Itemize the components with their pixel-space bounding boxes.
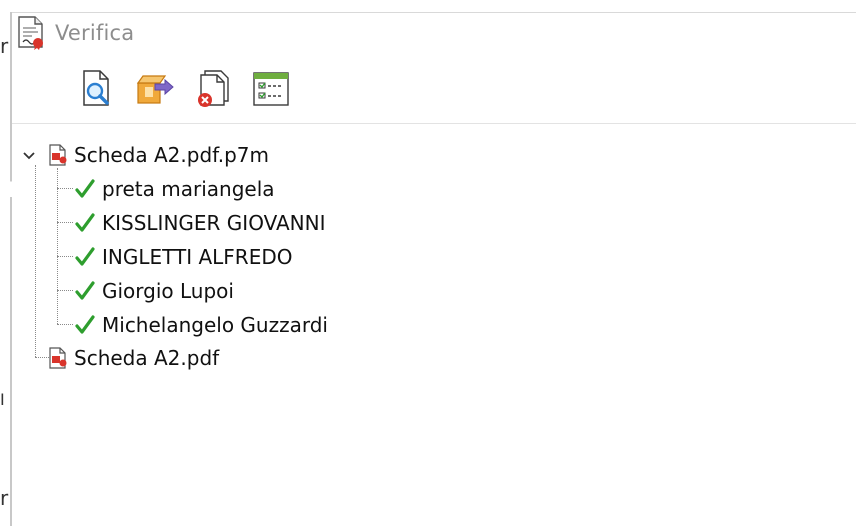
window-top-border bbox=[12, 12, 856, 13]
signer-item[interactable]: KISSLINGER GIOVANNI bbox=[74, 208, 326, 238]
signer-name: KISSLINGER GIOVANNI bbox=[102, 211, 326, 235]
pdf-signed-file-icon bbox=[48, 144, 68, 166]
valid-signature-check-icon bbox=[74, 314, 96, 336]
toolbar bbox=[76, 70, 292, 112]
tree-connector bbox=[57, 188, 73, 189]
signer-name: INGLETTI ALFREDO bbox=[102, 245, 293, 269]
checklist-report-button[interactable] bbox=[250, 70, 292, 112]
view-document-icon bbox=[80, 69, 114, 113]
toolbar-separator bbox=[12, 123, 856, 124]
chevron-down-icon[interactable] bbox=[22, 146, 36, 165]
tree-node-label: Scheda A2.pdf bbox=[74, 346, 220, 370]
window-title: Verifica bbox=[55, 21, 135, 45]
tree-connector bbox=[35, 357, 49, 358]
tree-node-label: Scheda A2.pdf.p7m bbox=[74, 143, 269, 167]
pdf-file-icon bbox=[48, 347, 68, 369]
signer-name: Giorgio Lupoi bbox=[102, 279, 234, 303]
extract-content-button[interactable] bbox=[134, 70, 176, 112]
tree-connector bbox=[35, 165, 36, 357]
extract-content-icon bbox=[135, 71, 175, 111]
signer-name: Michelangelo Guzzardi bbox=[102, 313, 328, 337]
valid-signature-check-icon bbox=[74, 280, 96, 302]
tree-connector bbox=[57, 324, 73, 325]
delete-document-button[interactable] bbox=[192, 70, 234, 112]
signer-name: preta mariangela bbox=[102, 177, 275, 201]
signed-document-icon bbox=[16, 16, 46, 50]
signature-tree: Scheda A2.pdf.p7m preta mariangela KISSL… bbox=[0, 128, 856, 526]
edge-mark: r bbox=[0, 34, 9, 58]
checklist-report-icon bbox=[251, 70, 291, 112]
signer-item[interactable]: Giorgio Lupoi bbox=[74, 276, 234, 306]
tree-connector bbox=[57, 222, 73, 223]
signer-item[interactable]: Michelangelo Guzzardi bbox=[74, 310, 328, 340]
delete-document-icon bbox=[195, 69, 231, 113]
window-title-bar: Verifica bbox=[16, 16, 134, 50]
tree-connector bbox=[57, 290, 73, 291]
signer-item[interactable]: preta mariangela bbox=[74, 174, 275, 204]
signer-item[interactable]: INGLETTI ALFREDO bbox=[74, 242, 292, 272]
tree-connector bbox=[57, 168, 58, 324]
tree-node-signed-file[interactable]: Scheda A2.pdf.p7m bbox=[48, 140, 269, 170]
tree-connector bbox=[57, 256, 73, 257]
tree-node-content-file[interactable]: Scheda A2.pdf bbox=[48, 343, 219, 373]
view-document-button[interactable] bbox=[76, 70, 118, 112]
valid-signature-check-icon bbox=[74, 246, 96, 268]
valid-signature-check-icon bbox=[74, 178, 96, 200]
valid-signature-check-icon bbox=[74, 212, 96, 234]
